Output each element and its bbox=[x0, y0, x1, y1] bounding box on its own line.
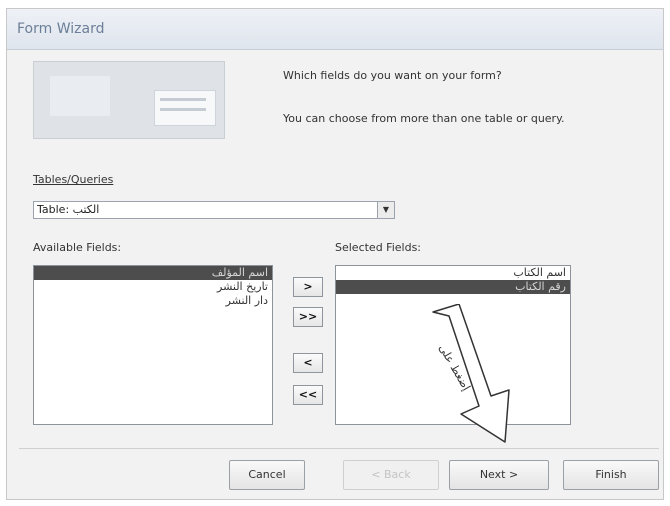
list-item[interactable]: تاريخ النشر bbox=[34, 280, 272, 294]
finish-button[interactable]: Finish bbox=[563, 460, 659, 490]
cancel-button[interactable]: Cancel bbox=[229, 460, 305, 490]
wizard-preview-image bbox=[33, 61, 225, 139]
remove-field-button[interactable]: < bbox=[293, 353, 323, 373]
add-all-fields-button[interactable]: >> bbox=[293, 307, 323, 327]
form-wizard-window: Form Wizard Which fields do you want on … bbox=[6, 8, 664, 500]
annotation-arrow-icon bbox=[432, 304, 510, 443]
list-item[interactable]: رقم الكتاب bbox=[336, 280, 570, 294]
title-bar: Form Wizard bbox=[7, 9, 663, 50]
hint-text: You can choose from more than one table … bbox=[283, 112, 565, 125]
window-title: Form Wizard bbox=[17, 21, 105, 37]
footer-divider bbox=[19, 448, 659, 449]
tables-queries-dropdown[interactable]: Table: الكتب ▼ bbox=[33, 201, 395, 219]
tables-queries-value: Table: الكتب bbox=[37, 203, 100, 216]
back-button[interactable]: < Back bbox=[343, 460, 439, 490]
next-button[interactable]: Next > bbox=[449, 460, 549, 490]
tables-queries-label: Tables/Queries bbox=[33, 173, 114, 186]
selected-fields-label: Selected Fields: bbox=[335, 241, 422, 254]
add-field-button[interactable]: > bbox=[293, 277, 323, 297]
available-fields-list[interactable]: اسم المؤلف تاريخ النشر دار النشر bbox=[33, 265, 273, 425]
list-item[interactable]: اسم المؤلف bbox=[34, 266, 272, 280]
remove-all-fields-button[interactable]: << bbox=[293, 385, 323, 405]
available-fields-label: Available Fields: bbox=[33, 241, 122, 254]
list-item[interactable]: دار النشر bbox=[34, 294, 272, 308]
question-text: Which fields do you want on your form? bbox=[283, 69, 502, 82]
list-item[interactable]: اسم الكتاب bbox=[336, 266, 570, 280]
chevron-down-icon[interactable]: ▼ bbox=[377, 202, 394, 218]
